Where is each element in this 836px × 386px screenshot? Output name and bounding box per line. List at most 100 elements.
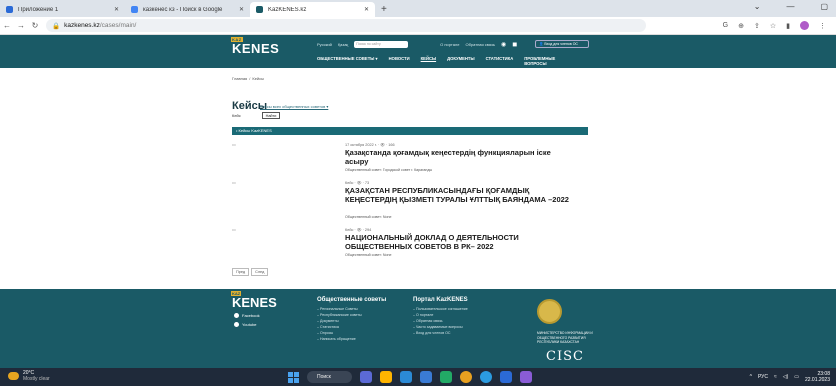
- clock-date: 22.01.2023: [804, 377, 830, 383]
- weather-widget[interactable]: 20°C Mostly clear: [8, 370, 50, 382]
- photos-icon[interactable]: [520, 371, 532, 383]
- case-card[interactable]: ▭ Кейс · 👁 · 294 НАЦИОНАЛЬНЫЙ ДОКЛАД О Д…: [232, 227, 588, 263]
- zoom-icon[interactable]: ⊕: [738, 22, 744, 30]
- pagination: Пред След: [232, 268, 269, 276]
- store-icon[interactable]: [420, 371, 432, 383]
- lang-kz-link[interactable]: Қазақ: [338, 42, 348, 47]
- back-icon[interactable]: ←: [0, 21, 14, 30]
- lang-ru-link[interactable]: Русский: [317, 42, 332, 47]
- about-link[interactable]: О портале: [440, 42, 459, 47]
- site-logo[interactable]: KAZ KENES: [231, 37, 280, 56]
- browser-toolbar: G ⊕ ⇪ ☆ ▮ ⋮: [723, 21, 826, 30]
- breadcrumb-home[interactable]: Главная: [232, 76, 247, 81]
- browser-tab[interactable]: казкенес кз - Поиск в Google ✕: [125, 2, 250, 17]
- footer-link[interactable]: – Написать обращение: [317, 336, 386, 342]
- section-header: • Кейсы KazKENES: [232, 127, 588, 135]
- close-tab-icon[interactable]: ✕: [114, 6, 119, 13]
- google-icon[interactable]: G: [723, 22, 728, 29]
- find-button[interactable]: Найти: [262, 112, 280, 119]
- close-tab-icon[interactable]: ✕: [364, 6, 369, 13]
- feedback-link[interactable]: Обратная связь: [466, 42, 495, 47]
- site-search-input[interactable]: Поиск по сайту: [354, 41, 409, 48]
- logo-badge: KAZ: [231, 291, 242, 296]
- taskbar-search[interactable]: Поиск: [307, 371, 352, 383]
- sidepanel-icon[interactable]: ▮: [786, 22, 790, 30]
- breadcrumb-current: Кейсы: [252, 76, 265, 81]
- cisc-logo[interactable]: CISC: [546, 349, 584, 364]
- main-nav: ОБЩЕСТВЕННЫЕ СОВЕТЫ ▾ НОВОСТИ КЕЙСЫ ДОКУ…: [317, 56, 564, 66]
- os-taskbar: 20°C Mostly clear Поиск ^ РУС ≈ ◁) ▭ 23:…: [0, 368, 836, 386]
- edge-icon[interactable]: [400, 371, 412, 383]
- case-title[interactable]: ҚАЗАҚСТАН РЕСПУБЛИКАСЫНДАҒЫ ҚОҒАМДЫҚ КЕҢ…: [345, 186, 575, 204]
- login-button[interactable]: 👤 Вход для членов ОС: [535, 40, 589, 48]
- telegram-icon[interactable]: [480, 371, 492, 383]
- profile-avatar[interactable]: [800, 21, 809, 30]
- case-thumbnail-icon[interactable]: ▭: [232, 180, 236, 185]
- prev-page-button[interactable]: Пред: [232, 268, 250, 276]
- kazkenes-favicon-icon: [256, 6, 263, 13]
- login-label: Вход для членов ОС: [544, 42, 578, 46]
- chat-icon[interactable]: [360, 371, 372, 383]
- browser-tab[interactable]: Приложение 1 ✕: [0, 2, 125, 17]
- footer-col-title: Общественные советы: [317, 297, 387, 303]
- nav-news[interactable]: НОВОСТИ: [389, 56, 410, 66]
- user-icon: 👤: [539, 42, 544, 46]
- wifi-icon[interactable]: ≈: [774, 374, 777, 380]
- share-icon[interactable]: ⇪: [754, 22, 760, 30]
- close-tab-icon[interactable]: ✕: [239, 6, 244, 13]
- sign-language-icon[interactable]: ◼: [512, 41, 517, 48]
- nav-statistics[interactable]: СТАТИСТИКА: [486, 56, 514, 66]
- maximize-icon[interactable]: ▢: [820, 2, 828, 11]
- input-language[interactable]: РУС: [758, 374, 768, 380]
- case-title[interactable]: Қазақстанда қоғамдық кеңестердің функция…: [345, 148, 575, 166]
- footer-link[interactable]: – Вход для членов ОС: [413, 330, 468, 336]
- system-tray: ^ РУС ≈ ◁) ▭ 23:08 22.01.2023: [750, 371, 830, 383]
- next-page-button[interactable]: След: [251, 268, 269, 276]
- word-icon[interactable]: [500, 371, 512, 383]
- logo-text: KENES: [232, 41, 280, 56]
- chrome-icon[interactable]: [460, 371, 472, 383]
- footer-logo[interactable]: KAZ KENES: [231, 291, 277, 310]
- case-council: Общественный совет: None: [345, 253, 392, 257]
- case-thumbnail-icon[interactable]: ▭: [232, 227, 236, 232]
- case-meta: 17 октября 2022 г. · 👁 · 166: [345, 143, 395, 147]
- logo-badge: KAZ: [231, 37, 243, 42]
- new-tab-button[interactable]: +: [375, 2, 393, 17]
- battery-icon[interactable]: ▭: [794, 374, 799, 380]
- chevron-down-icon[interactable]: ⌄: [754, 2, 761, 11]
- breadcrumb: Главная / Кейсы: [232, 76, 266, 81]
- header-top-links: Русский Қазақ Поиск по сайту О портале О…: [317, 41, 517, 48]
- reload-icon[interactable]: ↻: [28, 21, 42, 30]
- case-card[interactable]: ▭ 17 октября 2022 г. · 👁 · 166 Қазақстан…: [232, 142, 588, 182]
- accessibility-icon[interactable]: ◉: [501, 41, 506, 48]
- volume-icon[interactable]: ◁): [783, 374, 789, 380]
- nav-problem-questions[interactable]: ПРОБЛЕМНЫЕ ВОПРОСЫ: [524, 56, 564, 66]
- youtube-link[interactable]: Youtube: [234, 322, 257, 327]
- chevron-up-icon[interactable]: ^: [750, 374, 752, 380]
- mail-icon[interactable]: [440, 371, 452, 383]
- minimize-icon[interactable]: —: [786, 2, 794, 11]
- facebook-label: Facebook: [242, 313, 260, 318]
- logo-text: KENES: [232, 295, 277, 310]
- case-title[interactable]: НАЦИОНАЛЬНЫЙ ДОКЛАД О ДЕЯТЕЛЬНОСТИ ОБЩЕС…: [345, 233, 575, 251]
- facebook-link[interactable]: Facebook: [234, 313, 260, 318]
- windows-start-icon[interactable]: [288, 371, 299, 383]
- star-icon[interactable]: ☆: [770, 22, 776, 30]
- url-path: /cases/main/: [99, 22, 137, 29]
- council-filter-dropdown[interactable]: Кейсы всех общественных советов ▾: [260, 104, 328, 109]
- file-explorer-icon[interactable]: [380, 371, 392, 383]
- weather-icon: [8, 372, 19, 380]
- clock[interactable]: 23:08 22.01.2023: [805, 371, 830, 383]
- menu-icon[interactable]: ⋮: [819, 22, 826, 30]
- tab-label: Приложение 1: [18, 6, 59, 13]
- browser-tab-active[interactable]: KazKENES.kz ✕: [250, 2, 375, 17]
- case-thumbnail-icon[interactable]: ▭: [232, 142, 236, 147]
- case-card[interactable]: ▭ Кейс · 👁 · 73 ҚАЗАҚСТАН РЕСПУБЛИКАСЫНД…: [232, 180, 588, 228]
- url-input[interactable]: 🔒 kazkenes.kz/cases/main/: [46, 19, 646, 32]
- weather-desc: Mostly clear: [23, 376, 50, 382]
- nav-documents[interactable]: ДОКУМЕНТЫ: [447, 56, 474, 66]
- nav-public-councils[interactable]: ОБЩЕСТВЕННЫЕ СОВЕТЫ ▾: [317, 56, 378, 66]
- nav-cases[interactable]: КЕЙСЫ: [421, 56, 436, 66]
- state-emblem-icon: [537, 299, 562, 324]
- forward-icon[interactable]: →: [14, 21, 28, 30]
